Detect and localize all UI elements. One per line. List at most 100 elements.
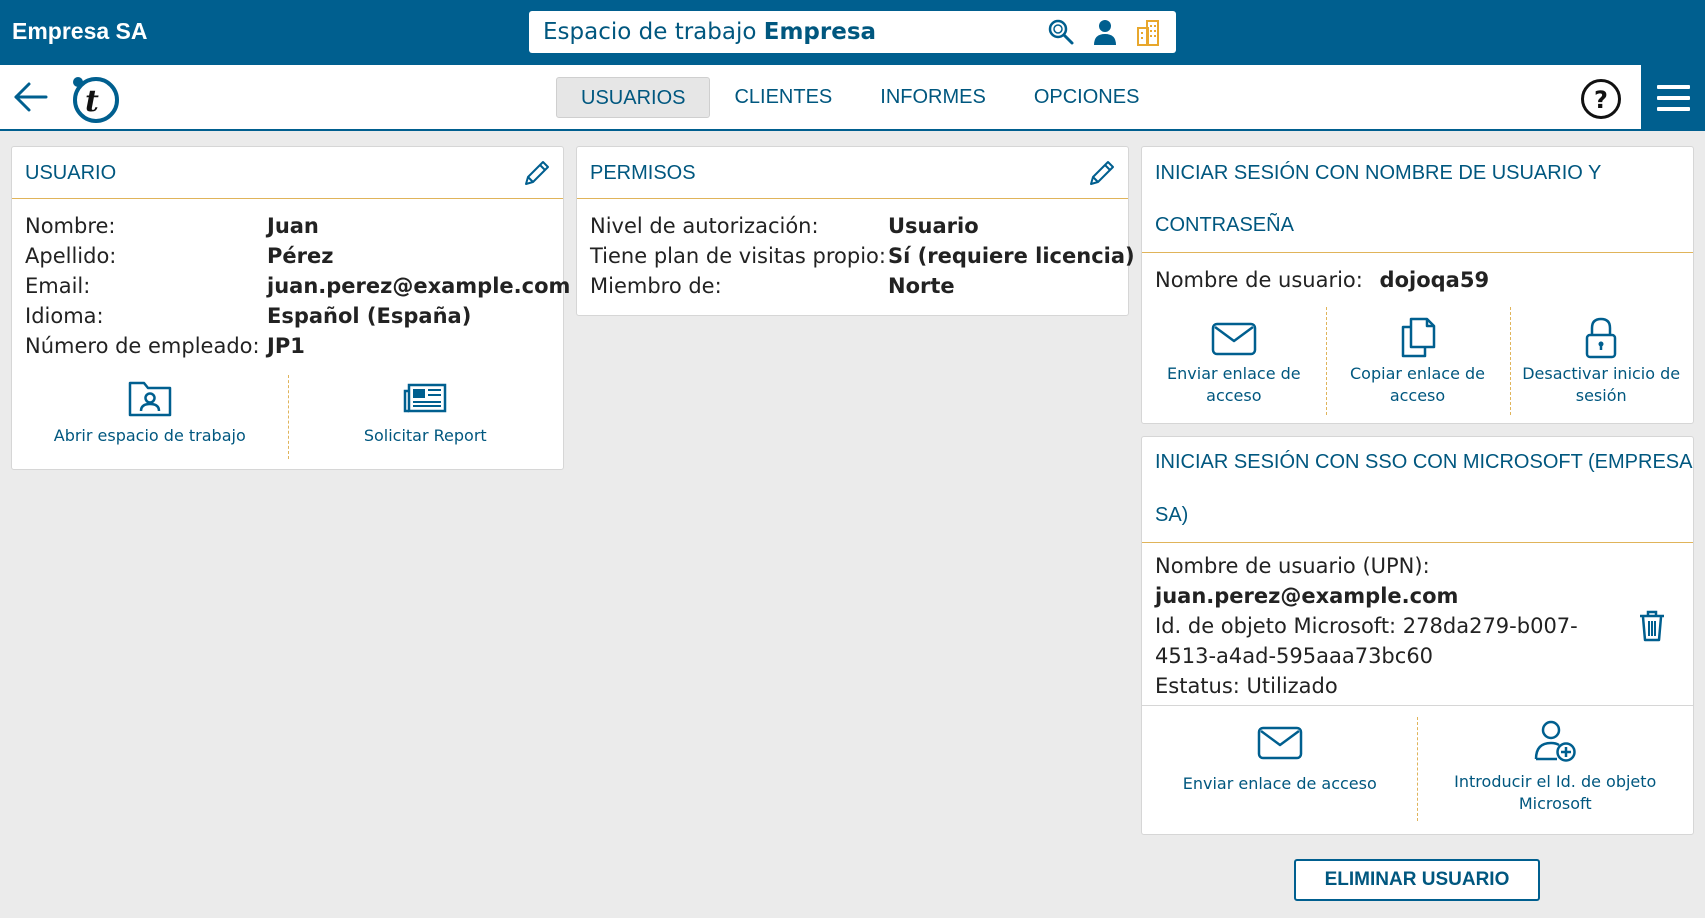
tab-informes[interactable]: INFORMES [856, 77, 1010, 118]
sso-card-title-line1: INICIAR SESIÓN CON SSO CON MICROSOFT (EM… [1155, 451, 1693, 473]
field-label: Nivel de autorización: [590, 214, 819, 238]
edit-pencil-icon[interactable] [1086, 157, 1118, 189]
tab-clientes[interactable]: CLIENTES [710, 77, 856, 118]
newspaper-icon [404, 383, 447, 413]
sso-send-access-link-label: Enviar enlace de acceso [1182, 774, 1377, 793]
login-card: INICIAR SESIÓN CON NOMBRE DE USUARIO Y C… [1141, 146, 1694, 424]
field-label: Nombre: [25, 214, 116, 238]
back-arrow-icon[interactable] [12, 77, 52, 117]
request-report-label: Solicitar Report [363, 426, 487, 445]
field-value: JP1 [267, 334, 305, 358]
send-access-link-label-1: Enviar enlace de [1167, 364, 1301, 383]
disable-login-label-1: Desactivar inicio de [1522, 364, 1681, 383]
building-icon[interactable] [1134, 18, 1162, 46]
login-card-actions: Enviar enlace de acceso Copiar enlace de… [1142, 307, 1693, 415]
copy-access-link-label-2: acceso [1389, 386, 1446, 405]
app-logo-icon: t [73, 77, 119, 123]
field-value: Español (España) [267, 304, 472, 328]
folder-user-icon [128, 381, 171, 417]
user-card-actions: Abrir espacio de trabajo Solicitar Repor… [12, 375, 563, 459]
enter-object-id-label-1: Introducir el Id. de objeto [1454, 772, 1657, 791]
trash-icon[interactable] [1637, 609, 1667, 643]
edit-pencil-icon[interactable] [521, 157, 553, 189]
field-row: Tiene plan de visitas propio: Sí (requier… [590, 241, 1135, 271]
field-label: Email: [25, 274, 91, 298]
field-value: Norte [888, 274, 955, 298]
permissions-card-header: PERMISOS [577, 147, 1128, 199]
user-icon[interactable] [1091, 18, 1119, 46]
user-add-icon [1535, 720, 1576, 762]
sso-send-access-link-button[interactable]: Enviar enlace de acceso [1142, 717, 1418, 825]
field-label: Tiene plan de visitas propio: [590, 244, 886, 268]
open-workspace-label: Abrir espacio de trabajo [53, 426, 246, 445]
open-workspace-button[interactable]: Abrir espacio de trabajo [12, 375, 288, 459]
object-id-line2: 4513-a4ad-595aaa73bc60 [1155, 644, 1434, 668]
request-report-button[interactable]: Solicitar Report [288, 375, 564, 459]
login-card-title-line2: CONTRASEÑA [1155, 214, 1294, 236]
sso-divider [1142, 705, 1693, 706]
object-id-line1: Id. de objeto Microsoft: 278da279-b007- [1155, 614, 1578, 638]
field-value: Sí (requiere licencia) [888, 244, 1135, 268]
top-bar: Empresa SA Espacio de trabajo Empresa [0, 0, 1705, 65]
field-row: Nivel de autorización: Usuario [590, 211, 1135, 241]
field-label: Miembro de: [590, 274, 722, 298]
main-tabs: USUARIOS CLIENTES INFORMES OPCIONES [556, 77, 1163, 118]
envelope-icon [1257, 726, 1302, 760]
permission-fields: Nivel de autorización: Usuario Tiene plan… [590, 211, 1135, 301]
upn-label: Nombre de usuario (UPN): [1155, 554, 1430, 578]
login-card-header: INICIAR SESIÓN CON NOMBRE DE USUARIO Y C… [1142, 147, 1693, 253]
sso-card-header: INICIAR SESIÓN CON SSO CON MICROSOFT (EM… [1142, 437, 1693, 543]
lock-icon [1585, 317, 1617, 359]
field-label: Idioma: [25, 304, 104, 328]
workspace-prefix: Espacio de trabajo [543, 19, 757, 45]
workspace-selector[interactable]: Espacio de trabajo Empresa [529, 11, 1176, 53]
username-label: Nombre de usuario: [1155, 268, 1363, 292]
field-value: Pérez [267, 244, 334, 268]
login-username: Nombre de usuario: dojoqa59 [1155, 265, 1489, 295]
workspace-label: Espacio de trabajo Empresa [543, 19, 876, 45]
envelope-icon [1211, 322, 1257, 356]
tab-opciones[interactable]: OPCIONES [1010, 77, 1164, 118]
enter-object-id-button[interactable]: Introducir el Id. de objeto Microsoft [1418, 717, 1694, 825]
field-value: juan.perez@example.com [267, 274, 571, 298]
hamburger-menu-icon[interactable] [1641, 65, 1705, 131]
disable-login-button[interactable]: Desactivar inicio de sesión [1509, 307, 1693, 415]
login-card-title-line1: INICIAR SESIÓN CON NOMBRE DE USUARIO Y [1155, 162, 1602, 184]
workspace-name: Empresa [763, 19, 877, 45]
field-value: Juan [267, 214, 319, 238]
copy-access-link-button[interactable]: Copiar enlace de acceso [1326, 307, 1510, 415]
permissions-card: PERMISOS Nivel de autorización: Usuario T… [576, 146, 1135, 316]
field-value: Usuario [888, 214, 979, 238]
user-fields: Nombre: Juan Apellido: Pérez Email: juan.pe… [25, 211, 570, 361]
delete-user-button[interactable]: ELIMINAR USUARIO [1294, 859, 1540, 901]
tab-usuarios[interactable]: USUARIOS [556, 77, 711, 118]
sso-card: INICIAR SESIÓN CON SSO CON MICROSOFT (EM… [1141, 436, 1694, 835]
field-row: Número de empleado: JP1 [25, 331, 570, 361]
user-card-title: USUARIO [25, 162, 117, 184]
copy-icon [1401, 317, 1435, 358]
username-value: dojoqa59 [1379, 268, 1490, 292]
svg-text:t: t [85, 84, 99, 119]
upn-value: juan.perez@example.com [1155, 584, 1459, 608]
field-label: Número de empleado: [25, 334, 260, 358]
sso-card-title-line2: SA) [1155, 504, 1189, 526]
enter-object-id-label-2: Microsoft [1518, 794, 1592, 813]
company-name: Empresa SA [12, 18, 148, 44]
user-card: USUARIO Nombre: Juan Apellido: Pérez Email… [11, 146, 570, 470]
send-access-link-button[interactable]: Enviar enlace de acceso [1142, 307, 1326, 415]
permissions-card-title: PERMISOS [590, 162, 696, 184]
user-card-header: USUARIO [12, 147, 563, 199]
svg-text:?: ? [1594, 86, 1608, 114]
field-row: Email: juan.perez@example.com [25, 271, 570, 301]
copy-access-link-label-1: Copiar enlace de [1350, 364, 1485, 383]
sso-card-actions: Enviar enlace de acceso Introducir el Id… [1142, 717, 1693, 825]
sso-details: Nombre de usuario (UPN): juan.perez@exam… [1155, 551, 1578, 701]
help-icon[interactable]: ? [1580, 78, 1622, 120]
send-access-link-label-2: acceso [1206, 386, 1262, 405]
nav-bar: t USUARIOS CLIENTES INFORMES OPCIONES ? [0, 65, 1705, 131]
field-row: Nombre: Juan [25, 211, 570, 241]
field-row: Apellido: Pérez [25, 241, 570, 271]
search-icon[interactable] [1047, 18, 1075, 46]
field-row: Miembro de: Norte [590, 271, 1135, 301]
sso-status: Estatus: Utilizado [1155, 674, 1338, 698]
